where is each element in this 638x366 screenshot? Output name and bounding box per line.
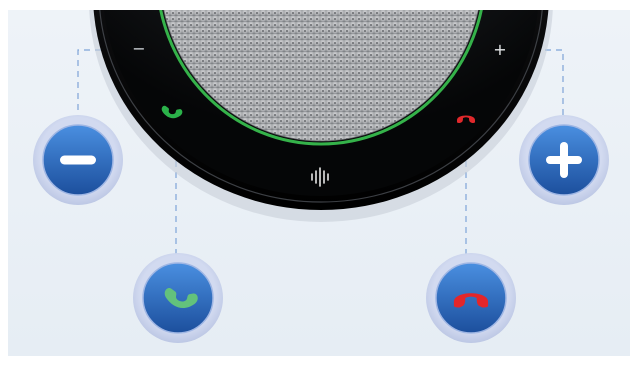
device-minus-label: − (132, 39, 145, 58)
callout-end-call[interactable] (426, 253, 516, 343)
minus-icon (60, 155, 96, 165)
callout-volume-down[interactable] (33, 115, 123, 205)
device-plus-label: + (493, 40, 506, 59)
illustration-canvas: − + (8, 10, 630, 356)
callout-answer-call[interactable] (133, 253, 223, 343)
speakerphone-illustration: − + (33, 10, 609, 343)
speakerphone: − + (89, 10, 553, 222)
callout-volume-up[interactable] (519, 115, 609, 205)
